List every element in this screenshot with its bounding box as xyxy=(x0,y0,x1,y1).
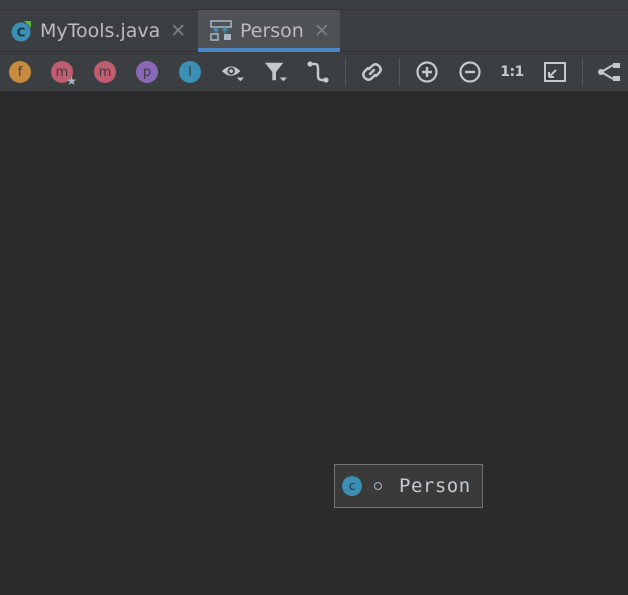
fields-toggle-button[interactable]: f xyxy=(8,60,32,84)
eye-icon xyxy=(221,66,245,82)
inner-class-glyph: I xyxy=(188,64,192,80)
fit-content-icon xyxy=(544,62,566,82)
class-kind-glyph: c xyxy=(348,479,356,493)
methods-toggle-button[interactable]: m xyxy=(93,60,117,84)
svg-text:C: C xyxy=(17,26,26,40)
star-icon: ★ xyxy=(66,74,77,88)
property-glyph: p xyxy=(142,64,152,80)
close-icon[interactable]: ✕ xyxy=(170,21,186,41)
toolbar-separator xyxy=(399,58,400,86)
toolbar-separator xyxy=(582,58,583,86)
show-dependencies-button[interactable] xyxy=(360,60,384,84)
zoom-in-icon xyxy=(416,61,438,83)
uml-diagram-icon xyxy=(210,20,232,41)
tab-mytools-java[interactable]: C MyTools.java ✕ xyxy=(0,10,196,52)
actual-size-button[interactable]: 1:1 xyxy=(500,60,524,84)
constructor-icon: m ★ xyxy=(51,61,77,88)
java-class-icon: C xyxy=(11,21,31,42)
close-icon[interactable]: ✕ xyxy=(314,21,330,41)
edge-routing-button[interactable] xyxy=(306,60,330,84)
route-icon xyxy=(307,61,329,83)
field-glyph: f xyxy=(17,64,23,80)
filter-icon xyxy=(264,62,288,82)
zoom-out-button[interactable] xyxy=(458,60,482,84)
constructors-toggle-button[interactable]: m ★ xyxy=(50,60,77,88)
diagram-toolbar: f m ★ m p I 1:1 xyxy=(0,52,628,92)
link-icon xyxy=(362,63,382,81)
actual-size-label: 1:1 xyxy=(500,64,524,80)
tab-person-diagram[interactable]: Person ✕ xyxy=(198,10,340,52)
zoom-out-icon xyxy=(459,61,481,83)
inner-class-icon: I xyxy=(179,61,201,83)
class-node-label: Person xyxy=(399,475,471,497)
visibility-dropdown-button[interactable] xyxy=(221,60,245,84)
fit-content-button[interactable] xyxy=(543,60,567,84)
diagram-canvas[interactable] xyxy=(0,92,628,595)
property-icon: p xyxy=(136,61,158,83)
layout-button[interactable] xyxy=(597,60,621,84)
zoom-in-button[interactable] xyxy=(415,60,439,84)
method-glyph: m xyxy=(98,64,112,80)
class-icon: c xyxy=(342,476,362,496)
filter-dropdown-button[interactable] xyxy=(264,60,288,84)
field-icon: f xyxy=(9,61,31,83)
method-icon: m xyxy=(94,61,116,83)
layout-tree-icon xyxy=(598,63,620,81)
properties-toggle-button[interactable]: p xyxy=(135,60,159,84)
toolbar-separator xyxy=(345,58,346,86)
window-top-strip xyxy=(0,0,628,10)
uml-diagram-window: C MyTools.java ✕ Person ✕ f m ★ m p I 1:… xyxy=(0,0,628,595)
tab-label: Person xyxy=(240,20,304,42)
class-node-person[interactable]: c Person xyxy=(334,464,483,508)
tab-label: MyTools.java xyxy=(40,20,161,42)
inner-classes-toggle-button[interactable]: I xyxy=(178,60,202,84)
editor-tab-bar: C MyTools.java ✕ Person ✕ xyxy=(0,10,628,52)
package-private-visibility-icon xyxy=(374,482,382,490)
